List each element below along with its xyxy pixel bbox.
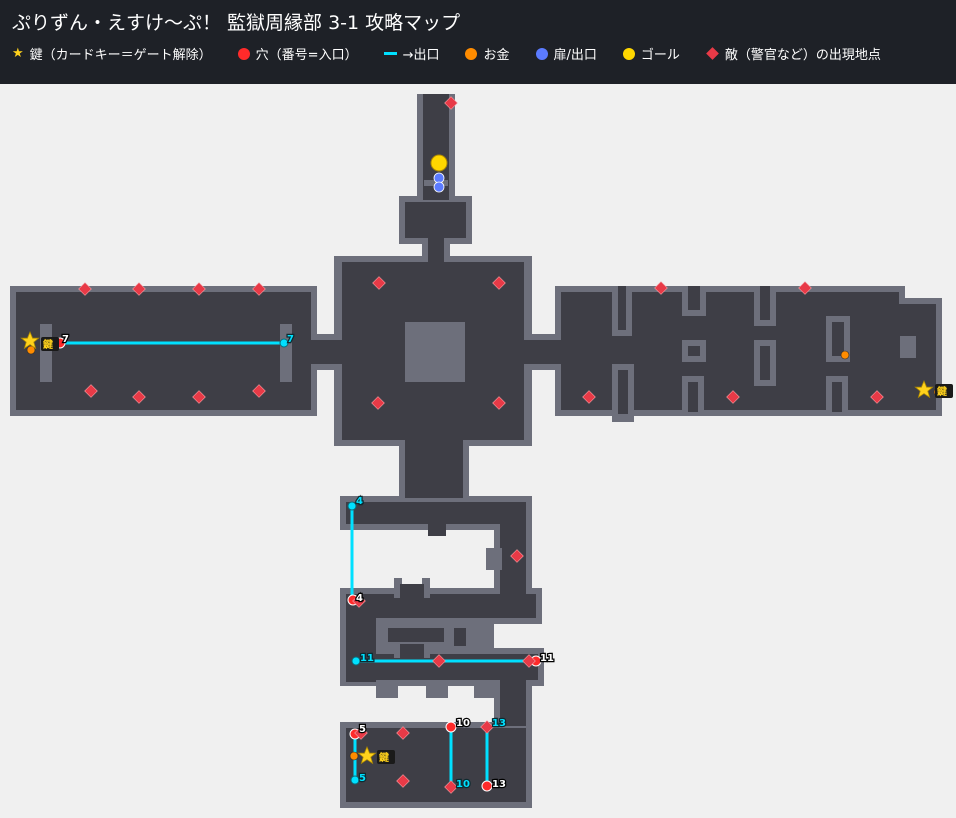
exit-marker — [351, 656, 361, 666]
legend-goal-label: ゴール — [640, 48, 680, 63]
legend-enemy: 敵（警官など）の出現地点 — [706, 44, 881, 63]
red-dot-icon — [237, 47, 250, 60]
hole-label-4: 4 — [356, 593, 363, 604]
map-title: ぷりずん・えすけ〜ぷ！ 監獄周縁部 3-1 攻略マップ — [12, 12, 461, 34]
hole-label-11: 11 — [540, 653, 554, 664]
exit-label-11: 11 — [360, 653, 374, 664]
key-label: 鍵 — [937, 385, 947, 398]
hole-label-7: 7 — [62, 334, 69, 345]
legend-door-label: 扉/出口 — [553, 48, 597, 63]
coin-marker — [840, 350, 850, 360]
legend-key: ★ 鍵（カードキー＝ゲート解除） — [12, 44, 212, 63]
exit-marker — [350, 775, 360, 785]
map-area: 鍵 鍵 鍵 7 4 11 5 10 13 7 4 11 5 10 13 — [10, 94, 953, 808]
hole-label-5: 5 — [359, 724, 366, 735]
corridor-gap — [402, 578, 422, 584]
legend-money: お金 — [465, 44, 510, 63]
yellow-dot-icon — [622, 47, 635, 60]
legend: ★ 鍵（カードキー＝ゲート解除） 穴（番号=入口） →出口 お金 扉/出口 ゴール… — [12, 44, 907, 63]
walls — [10, 94, 942, 808]
door-marker — [433, 181, 445, 193]
legend-hole: 穴（番号=入口） — [237, 44, 358, 63]
hole-marker — [445, 721, 457, 733]
goal-marker — [430, 154, 448, 172]
hole-marker — [481, 780, 493, 792]
legend-exit: →出口 — [383, 44, 440, 63]
hole-label-10: 10 — [456, 718, 470, 729]
star-icon: ★ — [12, 46, 24, 61]
exit-marker — [347, 501, 357, 511]
cyan-dash-icon — [383, 52, 397, 55]
exit-label-5: 5 — [359, 773, 366, 784]
legend-money-label: お金 — [483, 48, 510, 63]
key-label: 鍵 — [379, 751, 389, 764]
key-label: 鍵 — [43, 338, 53, 351]
legend-door: 扉/出口 — [535, 44, 597, 63]
door-marker — [433, 172, 445, 184]
legend-goal: ゴール — [622, 44, 680, 63]
map-header: ぷりずん・えすけ〜ぷ！ 監獄周縁部 3-1 攻略マップ ★ 鍵（カードキー＝ゲート… — [0, 0, 956, 84]
exit-label-4: 4 — [356, 496, 363, 507]
legend-exit-label: →出口 — [402, 48, 440, 63]
blue-dot-icon — [535, 47, 548, 60]
exit-label-10: 10 — [456, 779, 470, 790]
exit-label-13: 13 — [492, 718, 506, 729]
coin-marker — [349, 751, 359, 761]
legend-enemy-label: 敵（警官など）の出現地点 — [724, 48, 881, 63]
hole-label-13: 13 — [492, 779, 506, 790]
exit-label-7: 7 — [287, 334, 294, 345]
legend-hole-label: 穴（番号=入口） — [255, 48, 358, 63]
legend-key-label: 鍵（カードキー＝ゲート解除） — [29, 48, 212, 63]
orange-dot-icon — [465, 47, 478, 60]
red-diamond-icon — [706, 47, 719, 60]
